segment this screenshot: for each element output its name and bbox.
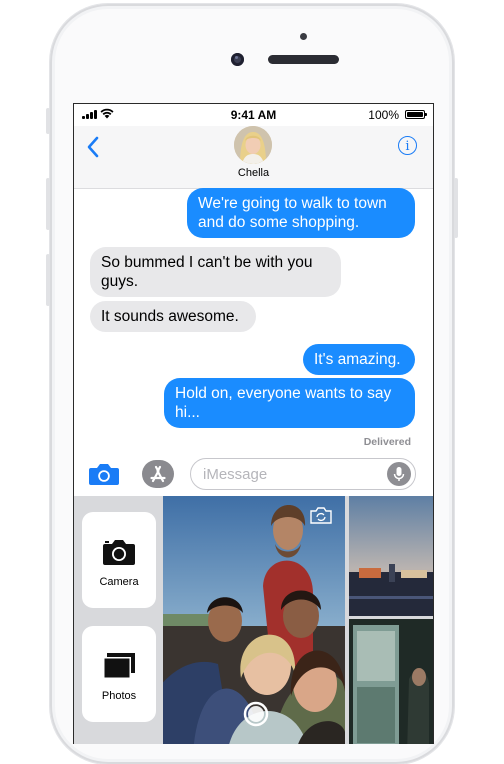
power-button — [454, 178, 458, 238]
window-photo — [349, 619, 433, 744]
delivery-status: Delivered — [363, 436, 411, 448]
battery-percentage: 100% — [368, 108, 399, 122]
app-store-glyph — [150, 465, 166, 483]
recent-photo-boardwalk[interactable] — [349, 496, 433, 616]
photos-icon — [103, 653, 135, 679]
message-bubble[interactable]: Hold on, everyone wants to say hi... — [164, 378, 415, 428]
volume-down-button — [46, 254, 50, 306]
photos-tile[interactable]: Photos — [82, 626, 156, 722]
contact-avatar[interactable] — [234, 126, 272, 164]
photos-label: Photos — [101, 690, 137, 702]
photo-tray: Camera Photos — [74, 496, 433, 744]
proximity-sensor — [300, 33, 307, 40]
microphone-icon[interactable] — [387, 462, 411, 486]
recent-photo-window[interactable] — [349, 619, 433, 744]
group-selfie-photo — [163, 496, 345, 744]
status-bar: 9:41 AM 100% — [74, 104, 433, 126]
messages-screen: 9:41 AM 100% Chella i We're going to wal… — [73, 103, 434, 744]
contact-name[interactable]: Chella — [74, 167, 433, 179]
back-chevron-icon[interactable] — [86, 136, 100, 158]
camera-icon[interactable] — [88, 462, 120, 486]
app-store-icon[interactable] — [142, 460, 174, 488]
boardwalk-photo — [349, 496, 433, 616]
camera-label: Camera — [99, 576, 139, 588]
conversation-header: Chella i — [74, 126, 433, 189]
message-bubble[interactable]: We're going to walk to town and do some … — [187, 188, 415, 238]
imessage-placeholder: iMessage — [203, 466, 268, 483]
imessage-input[interactable]: iMessage — [190, 458, 416, 490]
camera-icon — [103, 540, 135, 565]
front-camera — [231, 53, 244, 66]
mute-switch — [46, 108, 50, 134]
message-bubble[interactable]: So bummed I can't be with you guys. — [90, 247, 341, 297]
volume-up-button — [46, 178, 50, 230]
battery-icon — [405, 110, 427, 119]
info-icon[interactable]: i — [398, 136, 417, 155]
message-bubble[interactable]: It's amazing. — [303, 344, 415, 375]
message-composer: iMessage — [74, 454, 433, 496]
microphone-glyph — [393, 467, 405, 481]
earpiece-speaker — [268, 55, 339, 64]
message-bubble[interactable]: It sounds awesome. — [90, 301, 256, 332]
camera-tile[interactable]: Camera — [82, 512, 156, 608]
avatar-photo — [234, 126, 272, 164]
live-camera-preview[interactable] — [163, 496, 345, 744]
